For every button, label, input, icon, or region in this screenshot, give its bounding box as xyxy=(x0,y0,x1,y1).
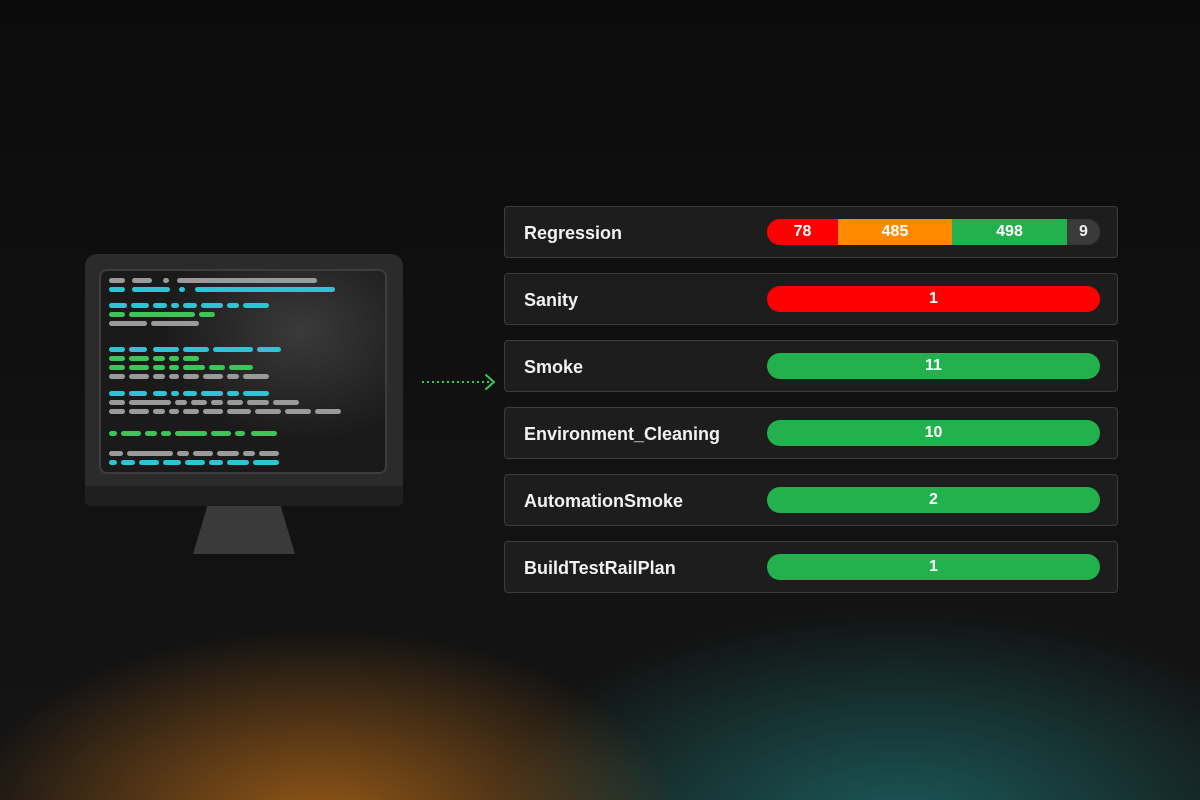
suite-row-regression[interactable]: Regression 78 485 498 9 xyxy=(504,206,1118,258)
monitor-icon xyxy=(85,254,403,554)
passed-segment: 10 xyxy=(767,420,1100,446)
suite-name: AutomationSmoke xyxy=(524,491,684,511)
failed-segment: 78 xyxy=(767,219,838,245)
passed-segment: 11 xyxy=(767,353,1100,379)
dotted-arrow-right-icon xyxy=(422,374,495,390)
suite-name: Sanity xyxy=(524,290,579,310)
failed-segment: 1 xyxy=(767,286,1100,312)
monitor-screen xyxy=(99,269,387,474)
result-bar: 1 xyxy=(767,554,1100,580)
suite-name: Environment_Cleaning xyxy=(524,424,721,444)
result-bar: 1 xyxy=(767,286,1100,312)
passed-segment: 2 xyxy=(767,487,1100,513)
result-bar: 78 485 498 9 xyxy=(767,219,1100,245)
suite-row-sanity[interactable]: Sanity 1 xyxy=(504,273,1118,325)
monitor-chin xyxy=(85,486,403,506)
suite-name: BuildTestRailPlan xyxy=(524,558,676,578)
suite-row-environment-cleaning[interactable]: Environment_Cleaning 10 xyxy=(504,407,1118,459)
other-segment: 9 xyxy=(1067,219,1100,245)
warning-segment: 485 xyxy=(838,219,952,245)
passed-segment: 498 xyxy=(952,219,1067,245)
suite-row-automation-smoke[interactable]: AutomationSmoke 2 xyxy=(504,474,1118,526)
suite-row-smoke[interactable]: Smoke 11 xyxy=(504,340,1118,392)
monitor-stand xyxy=(193,506,295,554)
result-bar: 2 xyxy=(767,487,1100,513)
result-bar: 10 xyxy=(767,420,1100,446)
result-bar: 11 xyxy=(767,353,1100,379)
suite-name: Regression xyxy=(524,223,623,243)
suite-name: Smoke xyxy=(524,357,584,377)
passed-segment: 1 xyxy=(767,554,1100,580)
suite-row-build-testrail-plan[interactable]: BuildTestRailPlan 1 xyxy=(504,541,1118,593)
